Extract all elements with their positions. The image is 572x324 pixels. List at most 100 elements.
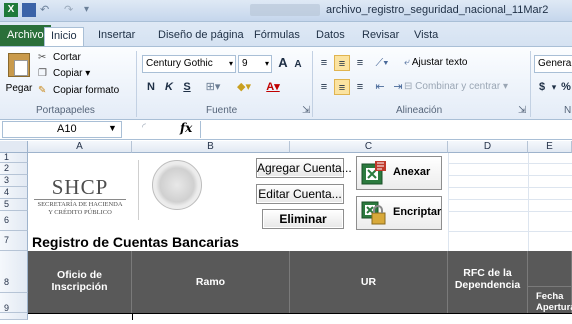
number-format-value: General — [538, 58, 572, 69]
currency-button[interactable]: $ — [536, 79, 548, 95]
attach-button[interactable]: Anexar — [356, 156, 442, 190]
wrap-text-button[interactable]: ⤶ Ajustar texto — [404, 55, 467, 71]
clipboard-group-label: Portapapeles — [36, 105, 95, 116]
percent-button[interactable]: % — [560, 79, 572, 95]
formula-input[interactable] — [200, 121, 572, 138]
font-name-select[interactable]: Century Gothic ▾ — [142, 55, 236, 73]
header-fecha-apertura: Fecha Apertura — [528, 287, 572, 313]
column-header-a[interactable]: A — [28, 141, 132, 153]
align-middle-icon[interactable]: ≡ — [334, 55, 350, 71]
fill-color-icon[interactable]: ◆▾ — [232, 79, 256, 95]
row-header-8[interactable]: 8 — [0, 251, 28, 293]
tab-inicio[interactable]: Inicio — [44, 27, 84, 46]
grow-font-button[interactable]: A — [276, 55, 290, 71]
copy-button[interactable]: ❐ Copiar ▾ — [38, 67, 90, 81]
ribbon-tabs: Archivo Inicio Insertar Diseño de página… — [0, 22, 572, 46]
undo-icon[interactable]: ↶ — [40, 3, 54, 17]
gridline — [132, 313, 133, 320]
font-group-label: Fuente — [206, 105, 238, 116]
row-header-5[interactable]: 5 — [0, 199, 28, 211]
insert-function-icon[interactable]: fx — [180, 121, 192, 135]
title-bar: X ↶ ↷ ▾ archivo_registro_seguridad_nacio… — [0, 0, 572, 22]
font-dialog-launcher-icon[interactable]: ⇲ — [302, 105, 310, 116]
gridline — [448, 153, 449, 251]
row-header-1[interactable]: 1 — [0, 153, 28, 163]
format-painter-label: Copiar formato — [53, 85, 120, 96]
tab-datos[interactable]: Datos — [310, 27, 351, 46]
tab-vista[interactable]: Vista — [408, 27, 444, 46]
save-icon[interactable] — [22, 3, 36, 17]
font-size-select[interactable]: 9 ▾ — [238, 55, 272, 73]
chevron-down-icon[interactable]: ▼ — [108, 123, 117, 133]
bold-button[interactable]: N — [144, 79, 158, 95]
paste-button[interactable]: Pegar — [4, 51, 34, 101]
gridline — [448, 163, 572, 164]
alignment-group-label: Alineación — [396, 105, 443, 116]
window-title: archivo_registro_seguridad_nacional_11Ma… — [326, 4, 549, 16]
tab-insertar[interactable]: Insertar — [92, 27, 141, 46]
borders-icon[interactable]: ⊞▾ — [202, 79, 224, 95]
excel-logo-icon[interactable]: X — [4, 3, 18, 17]
merge-center-button[interactable]: ⊟ Combinar y centrar ▾ — [404, 79, 508, 95]
row-header-10[interactable] — [0, 313, 28, 320]
align-center-icon[interactable]: ≡ — [334, 79, 350, 95]
underline-button[interactable]: S — [180, 79, 194, 95]
delete-button[interactable]: Eliminar — [262, 209, 344, 229]
ribbon: Pegar ✂ Cortar ❐ Copiar ▾ ✎ Copiar formato … — [0, 46, 572, 120]
column-header-e[interactable]: E — [528, 141, 572, 153]
header-oficio-line2: Inscripción — [51, 281, 108, 293]
gridline — [528, 153, 529, 251]
group-separator — [530, 51, 531, 117]
row-header-9[interactable]: 9 — [0, 293, 28, 313]
group-separator — [312, 51, 313, 117]
header-oficio-inscripcion: Oficio de Inscripción — [28, 251, 132, 313]
row-header-2[interactable]: 2 — [0, 163, 28, 175]
header-fecha-line2: Apertura — [536, 302, 572, 313]
shcp-logo: SHCP SECRETARÍA DE HACIENDA Y CRÉDITO PÚ… — [34, 176, 126, 217]
paste-icon — [8, 53, 30, 77]
tab-revisar[interactable]: Revisar — [356, 27, 405, 46]
formula-bar: A10 ▼ ◜ fx — [0, 120, 572, 140]
alignment-dialog-launcher-icon[interactable]: ⇲ — [518, 105, 526, 116]
edit-account-button[interactable]: Editar Cuenta... — [256, 184, 344, 204]
number-format-select[interactable]: General — [534, 55, 572, 73]
column-header-c[interactable]: C — [290, 141, 448, 153]
align-top-icon[interactable]: ≡ — [316, 55, 332, 71]
orientation-icon[interactable]: ⟋▾ — [372, 55, 392, 71]
shrink-font-button[interactable]: A — [292, 57, 304, 73]
font-color-icon[interactable]: A▾ — [262, 79, 284, 95]
add-account-button[interactable]: Agregar Cuenta... — [256, 158, 352, 178]
column-header-b[interactable]: B — [132, 141, 290, 153]
cut-button[interactable]: ✂ Cortar — [38, 51, 81, 65]
format-painter-button[interactable]: ✎ Copiar formato — [38, 84, 119, 98]
row-header-3[interactable]: 3 — [0, 175, 28, 187]
attach-label: Anexar — [393, 166, 431, 178]
name-box[interactable]: A10 — [2, 121, 122, 138]
redo-icon[interactable]: ↷ — [64, 3, 78, 17]
tab-diseno-pagina[interactable]: Diseño de página — [152, 27, 250, 46]
gridline — [448, 231, 572, 232]
customize-quick-access-icon[interactable]: ▾ — [84, 3, 98, 17]
group-separator — [136, 51, 137, 117]
row-header-4[interactable]: 4 — [0, 187, 28, 199]
column-header-d[interactable]: D — [448, 141, 528, 153]
italic-button[interactable]: K — [162, 79, 176, 95]
merge-center-icon: ⊟ — [404, 81, 416, 92]
tab-formulas[interactable]: Fórmulas — [248, 27, 306, 46]
header-oficio-line1: Oficio de — [57, 269, 102, 281]
decrease-indent-icon[interactable]: ⇤ — [372, 79, 388, 95]
sheet-title: Registro de Cuentas Bancarias — [32, 234, 239, 250]
wrap-text-icon: ⤶ — [404, 57, 412, 68]
align-bottom-icon[interactable]: ≡ — [352, 55, 368, 71]
formula-handle-icon: ◜ — [142, 122, 146, 133]
header-rfc-dependencia: RFC de la Dependencia — [448, 251, 528, 313]
header-rfc-line2: Dependencia — [454, 279, 521, 291]
header-group-right — [528, 251, 572, 287]
font-name-value: Century Gothic — [146, 58, 213, 69]
chevron-down-icon[interactable]: ▾ — [550, 79, 558, 95]
row-header-7[interactable]: 7 — [0, 231, 28, 251]
row-header-6[interactable]: 6 — [0, 211, 28, 231]
align-left-icon[interactable]: ≡ — [316, 79, 332, 95]
align-right-icon[interactable]: ≡ — [352, 79, 368, 95]
encrypt-button[interactable]: Encriptar — [356, 196, 442, 230]
